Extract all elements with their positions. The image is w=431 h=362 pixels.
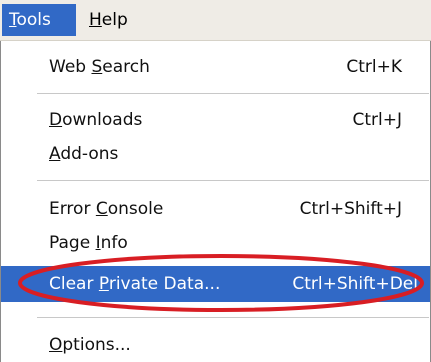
menu-item-error-console-label: Error Console xyxy=(49,191,163,227)
accelerator-key: S xyxy=(91,57,103,77)
menu-item-options-label: Options... xyxy=(49,327,131,362)
accelerator-key: O xyxy=(49,335,63,355)
label-part: rivate Data... xyxy=(108,274,221,294)
menu-separator xyxy=(37,180,429,181)
menu-item-web-search-label: Web Search xyxy=(49,49,150,85)
accelerator-key: P xyxy=(98,274,109,294)
menu-separator xyxy=(37,317,429,318)
menu-item-add-ons[interactable]: Add-ons xyxy=(1,136,430,172)
menu-item-clear-private-data-label: Clear Private Data... xyxy=(49,266,220,302)
menubar-help-label: elp xyxy=(101,10,128,30)
menubar-tools-accel: T xyxy=(9,10,17,30)
menu-item-add-ons-label: Add-ons xyxy=(49,136,118,172)
menu-item-error-console[interactable]: Error Console Ctrl+Shift+J xyxy=(1,191,430,227)
accelerator-key: C xyxy=(95,199,108,219)
label-part: Error xyxy=(49,199,96,219)
accelerator-key: D xyxy=(49,110,63,130)
label-part: Clear xyxy=(49,274,99,294)
menu-item-downloads-label: Downloads xyxy=(49,102,142,138)
menu-item-clear-private-data[interactable]: Clear Private Data... Ctrl+Shift+Del xyxy=(1,266,430,302)
shortcut-clear-private-data: Ctrl+Shift+Del xyxy=(292,274,418,294)
menubar-tools[interactable]: Tools xyxy=(2,4,76,36)
menu-separator xyxy=(37,93,429,94)
accelerator-key: A xyxy=(49,144,61,164)
label-part: Web xyxy=(49,57,92,77)
menu-item-options[interactable]: Options... xyxy=(1,327,430,362)
menu-item-page-info-label: Page Info xyxy=(49,225,128,261)
menu-item-downloads[interactable]: Downloads Ctrl+J xyxy=(1,102,430,138)
label-part: dd-ons xyxy=(60,144,119,164)
shortcut-downloads: Ctrl+J xyxy=(352,110,402,130)
tools-menu-screenshot: Tools Help Web Search Ctrl+K Downloads C… xyxy=(0,0,431,362)
menu-item-page-info[interactable]: Page Info xyxy=(1,225,430,261)
tools-dropdown-menu: Web Search Ctrl+K Downloads Ctrl+J Add-o… xyxy=(0,41,431,362)
menu-bar: Tools Help xyxy=(0,0,431,41)
label-part: onsole xyxy=(107,199,164,219)
label-part: nfo xyxy=(100,233,128,253)
shortcut-error-console: Ctrl+Shift+J xyxy=(299,199,402,219)
menubar-tools-label: ools xyxy=(16,10,51,30)
label-part: Page xyxy=(49,233,96,253)
shortcut-web-search: Ctrl+K xyxy=(346,57,402,77)
menu-item-web-search[interactable]: Web Search Ctrl+K xyxy=(1,49,430,85)
label-part: ownloads xyxy=(62,110,143,130)
label-part: earch xyxy=(102,57,150,77)
menubar-help[interactable]: Help xyxy=(82,4,142,36)
label-part: ptions... xyxy=(62,335,131,355)
menubar-help-accel: H xyxy=(89,10,102,30)
